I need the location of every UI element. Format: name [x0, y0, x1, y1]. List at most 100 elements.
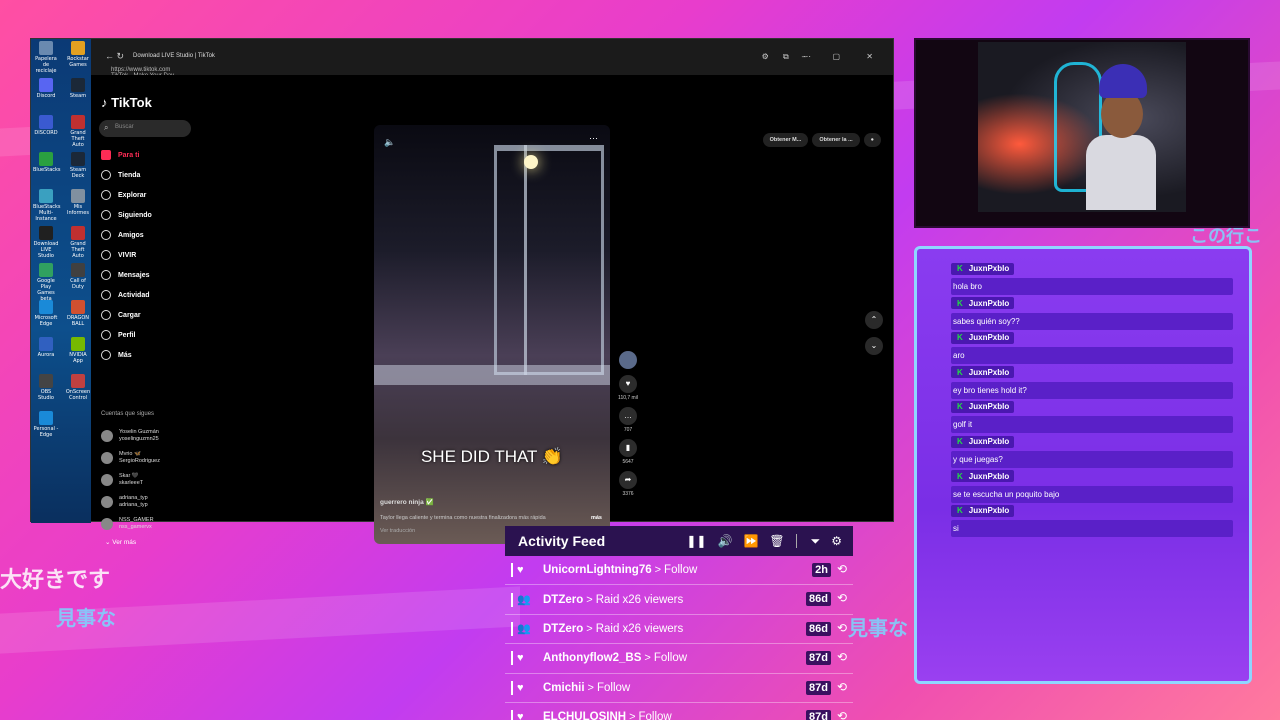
chat-username: K JuxnPxblo — [951, 366, 1015, 379]
bookmark-action[interactable]: ▮ 5647 — [615, 439, 641, 465]
desktop-icon[interactable]: Steam Deck — [65, 152, 91, 179]
feed-row: 👥 DTZero > Raid x26 viewers 86d ⟲ — [505, 615, 853, 645]
desktop-icon[interactable]: Rockstar Games — [65, 41, 91, 68]
window-controls[interactable]: – ▢ ✕ — [802, 52, 885, 61]
chat-username: K JuxnPxblo — [951, 297, 1015, 310]
app-icon — [71, 226, 85, 240]
desktop-icon[interactable]: Call of Duty — [65, 263, 91, 290]
tiktok-logo[interactable]: ♪ TikTok — [101, 95, 152, 110]
creator-avatar[interactable] — [615, 351, 641, 369]
video-player[interactable]: SHE DID THAT 👏 guerrero ninja ✅ Taylor l… — [374, 125, 610, 544]
following-account[interactable]: NSS_GAMER nss_gamervx — [101, 513, 160, 535]
desktop-icon[interactable]: Discord — [33, 78, 59, 99]
video-author[interactable]: guerrero ninja ✅ — [380, 498, 434, 506]
live-icon — [101, 250, 111, 260]
volume-icon[interactable]: 🔈 — [384, 137, 395, 148]
replay-icon[interactable]: ⟲ — [837, 709, 847, 720]
feed-username: ELCHULOSINH — [543, 711, 627, 720]
account-display-name: Skar 🖤 — [119, 473, 139, 479]
activity-feed-list: ♥ UnicornLightning76 > Follow 2h ⟲ 👥 DTZero > Rai… — [505, 556, 853, 720]
desktop-icon[interactable]: Aurora — [33, 337, 59, 358]
user-avatar[interactable]: ● — [863, 133, 881, 147]
replay-icon[interactable]: ⟲ — [837, 591, 847, 605]
row-marker — [511, 710, 513, 720]
sidebar-item-label: Perfil — [118, 331, 136, 339]
desktop-icon-label: Aurora — [37, 352, 55, 358]
sidebar-item-mensajes[interactable]: Mensajes — [101, 265, 152, 285]
desktop-icon[interactable]: Grand Theft Auto — [65, 226, 91, 259]
desktop-icon[interactable]: Microsoft Edge — [33, 300, 59, 327]
following-account[interactable]: Mvrio 🦋 SergioRodriguez — [101, 447, 160, 469]
account-name: NSS_GAMER nss_gamervx — [119, 517, 154, 531]
search-input[interactable]: ⌕ Buscar — [99, 120, 191, 137]
get-app-button[interactable]: Obtener la ... — [812, 133, 860, 147]
friends-icon — [101, 230, 111, 240]
desktop-icon-label: Steam Deck — [69, 167, 87, 179]
filter-icon[interactable]: ⏷ — [811, 534, 821, 549]
sidebar-item-cargar[interactable]: Cargar — [101, 305, 152, 325]
desktop-icon-label: BlueStacks — [33, 167, 61, 173]
desktop-icon[interactable]: NVIDIA App — [65, 337, 91, 364]
desktop-icon[interactable]: Personal - Edge — [33, 411, 59, 438]
translation-link[interactable]: Ver traducción — [380, 528, 415, 534]
desktop-icon[interactable]: OBS Studio — [33, 374, 59, 401]
following-account[interactable]: Skar 🖤 skarleeeT — [101, 469, 160, 491]
chat-username-text: JuxnPxblo — [968, 506, 1010, 516]
chat-username-text: JuxnPxblo — [968, 367, 1010, 377]
desktop-icon[interactable]: DISCORD — [33, 115, 59, 136]
replay-icon[interactable]: ⟲ — [837, 562, 847, 576]
desktop-icon[interactable]: Papelera de reciclaje — [33, 41, 59, 74]
trash-icon[interactable]: 🗑 — [769, 534, 784, 548]
desktop-icon[interactable]: DRAGON BALL — [65, 300, 91, 327]
desktop-icon[interactable]: Google Play Games beta — [33, 263, 59, 302]
heart-action[interactable]: ♥ 110,7 mil — [615, 375, 641, 401]
following-account[interactable]: adriana_typ adriana_typ — [101, 491, 160, 513]
chevron-up-icon[interactable]: ⌃ — [865, 311, 883, 329]
app-icon — [71, 189, 85, 203]
app-icon — [39, 300, 53, 314]
video-more-link[interactable]: más — [591, 515, 602, 521]
following-list: Yoselin Guzmán yoselinguzmn25 Mvrio 🦋 Sergi… — [101, 425, 160, 535]
chevron-down-icon[interactable]: ⌄ — [865, 337, 883, 355]
heart-icon: ♥ — [517, 711, 524, 720]
account-handle: SergioRodriguez — [119, 458, 160, 464]
replay-icon[interactable]: ⟲ — [837, 650, 847, 664]
sidebar-item-explorar[interactable]: Explorar — [101, 185, 152, 205]
ver-mas-link[interactable]: ⌄ Ver más — [105, 538, 136, 546]
app-icon — [39, 337, 53, 351]
more-options-icon[interactable]: ⋯ — [589, 133, 598, 144]
avatar — [101, 452, 113, 464]
gear-icon[interactable]: ⚙ — [831, 534, 842, 548]
replay-icon[interactable]: ⟲ — [837, 680, 847, 694]
sidebar-item-amigos[interactable]: Amigos — [101, 225, 152, 245]
sidebar-item-actividad[interactable]: Actividad — [101, 285, 152, 305]
desktop-icon[interactable]: Steam — [65, 78, 91, 99]
pause-icon[interactable]: ❚❚ — [686, 534, 706, 548]
app-icon — [39, 41, 53, 55]
get-app-button[interactable]: Obtener M... — [762, 133, 809, 147]
following-account[interactable]: Yoselin Guzmán yoselinguzmn25 — [101, 425, 160, 447]
sidebar-item-siguiendo[interactable]: Siguiendo — [101, 205, 152, 225]
heart-icon: ♥ — [619, 375, 637, 393]
desktop-icon[interactable]: OnScreen Control — [65, 374, 91, 401]
desktop-icon[interactable]: BlueStacks Multi-Instance — [33, 189, 61, 222]
volume-icon[interactable]: 🔊 — [717, 534, 732, 548]
desktop-icon[interactable]: Download LIVE Studio — [33, 226, 59, 259]
skip-icon[interactable]: ⏩ — [743, 534, 758, 548]
sidebar-item-vivir[interactable]: VIVIR — [101, 245, 152, 265]
chat-username-text: JuxnPxblo — [968, 298, 1010, 308]
sidebar-item-tienda[interactable]: Tienda — [101, 165, 152, 185]
feed-action: Follow — [638, 711, 672, 720]
back-arrow-icon[interactable]: ← ↻ — [105, 51, 124, 62]
desktop-icon[interactable]: Mis Informes — [65, 189, 91, 216]
share-action[interactable]: ➦ 3376 — [615, 471, 641, 497]
desktop-icon[interactable]: Grand Theft Auto — [65, 115, 91, 148]
kick-badge-icon: K — [957, 402, 963, 412]
desktop-icon[interactable]: BlueStacks — [33, 152, 61, 173]
sidebar-item-perfil[interactable]: Perfil — [101, 325, 152, 345]
sidebar-item-más[interactable]: Más — [101, 345, 152, 365]
replay-icon[interactable]: ⟲ — [837, 621, 847, 635]
sidebar-item-para-ti[interactable]: Para ti — [101, 145, 152, 165]
feed-action: Follow — [596, 681, 631, 694]
comment-action[interactable]: … 707 — [615, 407, 641, 433]
